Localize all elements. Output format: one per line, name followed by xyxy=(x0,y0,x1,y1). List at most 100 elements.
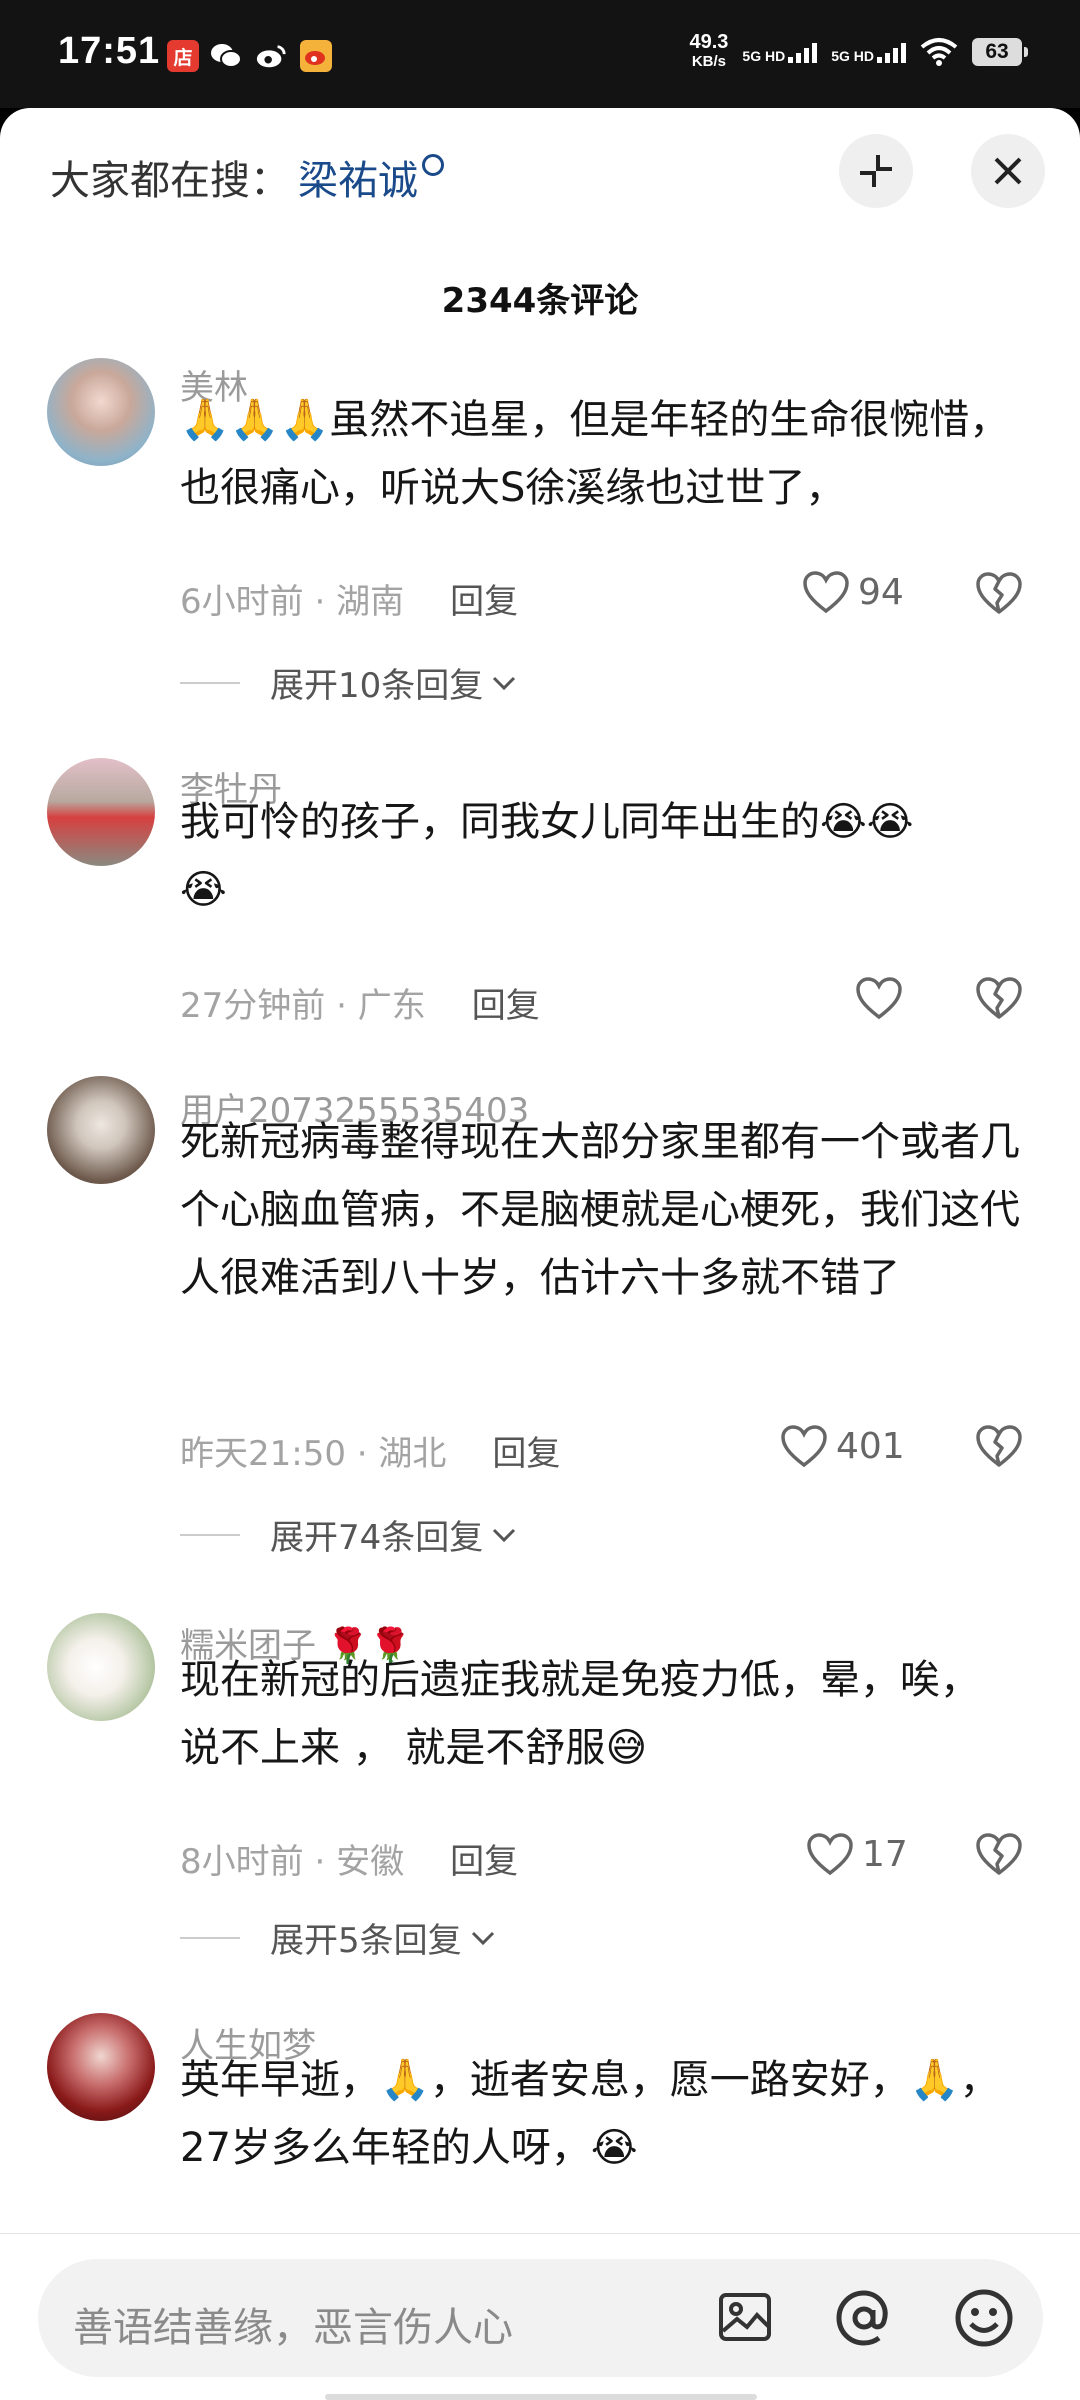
comment-text: 现在新冠的后遗症我就是免疫力低，晕，唉， 说不上来 ， 就是不舒服😅 xyxy=(180,1646,1040,1782)
divider xyxy=(180,1533,240,1536)
clock: 17:51 xyxy=(58,30,161,72)
chevron-down-icon xyxy=(493,1528,516,1542)
comment-time: 6小时前 xyxy=(180,582,304,622)
comment-body-part2: ，逝者安息，愿一路安好， xyxy=(429,2057,910,2103)
mention-button[interactable] xyxy=(833,2287,895,2353)
comment-body-part3: ， xyxy=(959,2057,1000,2103)
comment-text: 死新冠病毒整得现在大部分家里都有一个或者几个心脑血管病，不是脑梗就是心梗死，我们… xyxy=(180,1119,1020,1301)
comment-body-part1: 英年早逝， xyxy=(180,2057,380,2103)
comment-meta: 昨天21:50 · 湖北 回复 xyxy=(180,1434,561,1474)
avatar[interactable] xyxy=(47,758,155,866)
crying-emoji: 😭😭 xyxy=(820,799,914,845)
at-icon xyxy=(836,2290,888,2346)
minimize-button[interactable] xyxy=(839,134,913,208)
comment-location: 湖北 xyxy=(378,1434,447,1474)
heart-icon xyxy=(781,1425,827,1468)
dislike-button[interactable] xyxy=(975,571,1023,619)
emoji-button[interactable] xyxy=(953,2287,1015,2353)
like-button[interactable]: 94 xyxy=(802,570,904,614)
heart-icon xyxy=(807,1833,853,1876)
dislike-button[interactable] xyxy=(975,1832,1023,1880)
reply-button[interactable]: 回复 xyxy=(450,582,518,622)
comment-meta: 8小时前 · 安徽 回复 xyxy=(180,1842,519,1882)
like-count: 94 xyxy=(858,571,904,613)
avatar[interactable] xyxy=(47,1613,155,1721)
crying-emoji: 😭 xyxy=(180,867,227,913)
home-indicator xyxy=(325,2394,757,2400)
comment-location: 广东 xyxy=(357,986,426,1026)
comment-time: 昨天21:50 xyxy=(180,1434,346,1474)
expand-replies[interactable]: 展开10条回复 xyxy=(180,658,519,707)
pray-emoji: 🙏 xyxy=(380,2057,430,2103)
signal-1: 5G HD xyxy=(742,41,818,64)
input-placeholder: 善语结善缘，恶言伤人心 xyxy=(73,2305,513,2351)
weibo-icon xyxy=(255,40,287,72)
expand-label: 展开10条回复 xyxy=(270,666,484,706)
close-icon xyxy=(994,157,1022,185)
close-button[interactable] xyxy=(971,134,1045,208)
search-prefix: 大家都在搜： xyxy=(50,158,290,204)
signal-bars-icon xyxy=(788,41,818,63)
reply-button[interactable]: 回复 xyxy=(450,1842,518,1882)
collapse-icon xyxy=(860,155,892,187)
comment-count: 2344条评论 xyxy=(441,281,639,321)
wechat-icon xyxy=(210,40,242,72)
status-right: 49.3 KB/s 5G HD 5G HD 63 xyxy=(689,32,1028,72)
avatar[interactable] xyxy=(47,358,155,466)
expand-replies[interactable]: 展开74条回复 xyxy=(180,1510,519,1559)
expand-label: 展开5条回复 xyxy=(270,1921,462,1961)
heart-icon xyxy=(856,977,902,1020)
search-icon xyxy=(422,154,444,176)
network-speed: 49.3 KB/s xyxy=(689,32,728,72)
smiley-icon xyxy=(955,2289,1013,2347)
comment-input[interactable]: 善语结善缘，恶言伤人心 xyxy=(38,2259,1043,2377)
avatar[interactable] xyxy=(47,2013,155,2121)
chevron-down-icon xyxy=(493,676,516,690)
comment-text: 我可怜的孩子，同我女儿同年出生的😭😭 😭 xyxy=(180,788,1040,924)
comment-input-bar: 善语结善缘，恶言伤人心 xyxy=(0,2233,1080,2400)
like-button[interactable]: 17 xyxy=(806,1832,908,1876)
comment-body-line2: 27岁多么年轻的人呀， xyxy=(180,2125,591,2171)
comment-text: 🙏🙏🙏虽然不追星，但是年轻的生命很惋惜，也很痛心，听说大S徐溪缘也过世了， xyxy=(180,386,1040,522)
like-button[interactable] xyxy=(855,976,903,1020)
comment-sheet: 大家都在搜： 梁祐诚 2344条评论 美林 🙏🙏🙏虽然不追星，但是年轻的生命很惋惜… xyxy=(0,108,1080,2400)
comment-text: 英年早逝，🙏，逝者安息，愿一路安好，🙏， 27岁多么年轻的人呀，😭 xyxy=(180,2046,1040,2182)
weibo-app-icon xyxy=(300,40,332,72)
image-button[interactable] xyxy=(715,2287,775,2351)
reply-button[interactable]: 回复 xyxy=(492,1434,560,1474)
comment-body-line2: 说不上来 ， 就是不舒服 xyxy=(180,1725,606,1771)
comment-time: 27分钟前 xyxy=(180,986,326,1026)
broken-heart-icon xyxy=(976,1833,1022,1875)
speed-unit: KB/s xyxy=(691,53,727,70)
comment-location: 安徽 xyxy=(336,1842,405,1882)
dislike-button[interactable] xyxy=(975,976,1023,1024)
comment-body: 我可怜的孩子，同我女儿同年出生的 xyxy=(180,799,820,845)
store-icon: 店 xyxy=(167,40,199,72)
avatar[interactable] xyxy=(47,1076,155,1184)
comment-time: 8小时前 xyxy=(180,1842,304,1882)
search-keyword[interactable]: 梁祐诚 xyxy=(298,158,418,204)
expand-replies[interactable]: 展开5条回复 xyxy=(180,1913,498,1962)
network-type-1: 5G HD xyxy=(742,48,786,64)
broken-heart-icon xyxy=(976,1425,1022,1467)
like-button[interactable]: 401 xyxy=(780,1424,905,1468)
speed-value: 49.3 xyxy=(689,31,729,53)
chevron-down-icon xyxy=(471,1931,494,1945)
crying-emoji: 😭 xyxy=(590,2125,638,2171)
expand-label: 展开74条回复 xyxy=(270,1518,484,1558)
dislike-button[interactable] xyxy=(975,1424,1023,1472)
divider xyxy=(180,1936,240,1939)
comment-meta: 6小时前 · 湖南 回复 xyxy=(180,582,519,622)
network-type-2: 5G HD xyxy=(831,48,874,64)
comment-body-line1: 现在新冠的后遗症我就是免疫力低，晕，唉， xyxy=(180,1657,980,1703)
search-suggestion[interactable]: 大家都在搜： 梁祐诚 xyxy=(50,148,444,206)
reply-button[interactable]: 回复 xyxy=(472,986,540,1026)
status-bar: 17:51 店 49.3 KB/s 5G HD 5G HD 63 xyxy=(0,0,1080,108)
divider xyxy=(180,681,240,684)
wifi-icon xyxy=(920,38,958,66)
broken-heart-icon xyxy=(976,977,1022,1019)
sweat-smile-emoji: 😅 xyxy=(605,1725,648,1771)
pray-emoji: 🙏 xyxy=(909,2057,960,2103)
image-icon xyxy=(719,2293,771,2341)
like-count: 17 xyxy=(862,1833,908,1875)
